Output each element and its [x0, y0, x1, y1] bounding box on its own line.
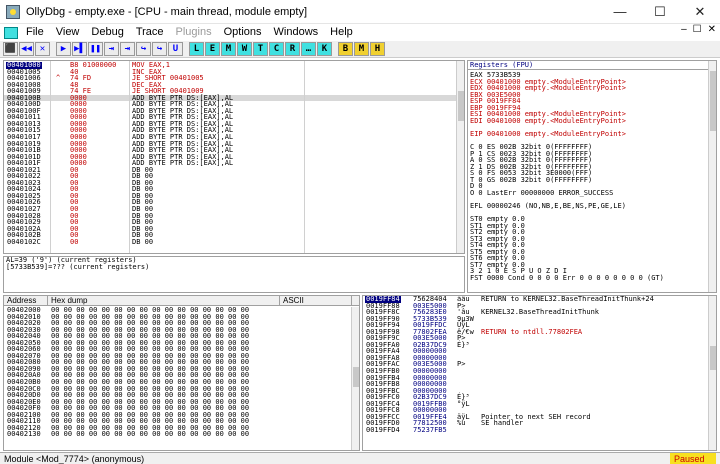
menu-file[interactable]: File — [20, 24, 50, 41]
mdi-maximize-button[interactable]: ☐ — [693, 24, 702, 35]
dump-header-hex[interactable]: Hex dump — [48, 296, 280, 306]
menu-options[interactable]: Options — [218, 24, 268, 41]
dump-scrollbar[interactable] — [351, 307, 359, 450]
window-title: OllyDbg - empty.exe - [CPU - main thread… — [26, 5, 308, 18]
hex-dump-pane[interactable]: Address Hex dump ASCII 00402000 00 00 00 … — [3, 295, 360, 451]
cpu-window-icon[interactable] — [4, 26, 18, 39]
dump-header-ascii[interactable]: ASCII — [280, 296, 352, 306]
close-button[interactable]: ✕ — [680, 0, 720, 24]
toolbar-button-15[interactable]: T — [253, 42, 268, 56]
toolbar-button-1[interactable]: ◀◀ — [19, 42, 34, 56]
app-icon — [6, 4, 20, 19]
toolbar-button-17[interactable]: R — [285, 42, 300, 56]
toolbar-button-8[interactable]: ↪ — [136, 42, 151, 56]
title-bar: OllyDbg - empty.exe - [CPU - main thread… — [0, 0, 720, 24]
dump-header: Address Hex dump ASCII — [4, 296, 359, 306]
toolbar-button-13[interactable]: M — [221, 42, 236, 56]
disasm-row[interactable]: 0040102C 00 DB 00 — [4, 237, 458, 246]
mdi-close-button[interactable]: ✕ — [708, 24, 716, 35]
disasm-column-divider[interactable] — [304, 61, 305, 253]
toolbar-button-20[interactable]: B — [338, 42, 353, 56]
toolbar-button-22[interactable]: H — [370, 42, 385, 56]
disassembly-pane[interactable]: 00401000 B8 01000000 MOV EAX,1 00401005 40 IN… — [3, 60, 465, 254]
stack-scrollbar[interactable] — [708, 296, 716, 450]
registers-title: Registers (FPU) — [468, 61, 716, 70]
registers-scrollbar[interactable] — [708, 61, 716, 292]
toolbar-button-2[interactable]: ✕ — [35, 42, 50, 56]
toolbar-button-16[interactable]: C — [269, 42, 284, 56]
toolbar-button-5[interactable]: ❚❚ — [88, 42, 103, 56]
toolbar-button-4[interactable]: ▶▌ — [72, 42, 87, 56]
stack-pane[interactable]: 0019FF84 75628404 äâu RETURN to KERNEL32.Ba… — [362, 295, 717, 451]
toolbar-button-11[interactable]: L — [189, 42, 204, 56]
registers-pane[interactable]: Registers (FPU) EAX 5733B539 ECX 00401000… — [467, 60, 717, 293]
toolbar-button-19[interactable]: K — [317, 42, 332, 56]
menu-bar: File View Debug Trace Plugins Options Wi… — [0, 24, 720, 41]
menu-windows[interactable]: Windows — [268, 24, 325, 41]
toolbar-button-3[interactable]: ▶ — [56, 42, 71, 56]
toolbar-button-21[interactable]: M — [354, 42, 369, 56]
stack-value: 75237FB5 — [413, 425, 447, 434]
dump-row[interactable]: 00402130 00 00 00 00 00 00 00 00 00 00 00… — [4, 431, 352, 438]
disassembly-scrollbar[interactable] — [456, 61, 464, 253]
dump-header-address[interactable]: Address — [4, 296, 48, 306]
menu-debug[interactable]: Debug — [85, 24, 129, 41]
menu-help[interactable]: Help — [324, 24, 359, 41]
menu-view[interactable]: View — [50, 24, 86, 41]
disasm-column-divider[interactable] — [50, 61, 51, 253]
toolbar-button-12[interactable]: E — [205, 42, 220, 56]
toolbar: ⬛ ◀◀ ✕ ▶ ▶▌ ❚❚ ⇥ ⇥ ↪ ↪ U L E M W T C R… K B M H — [0, 41, 720, 58]
dump-address: 00402130 — [7, 430, 41, 439]
minimize-button[interactable]: — — [600, 0, 640, 24]
status-paused-badge: Paused — [670, 453, 716, 464]
toolbar-button-6[interactable]: ⇥ — [104, 42, 119, 56]
dump-hex: 00 00 00 00 00 00 00 00 00 00 00 00 00 0… — [51, 430, 250, 439]
disasm-hex: 00 — [70, 237, 79, 246]
register-line[interactable]: FST 0000 Cond 0 0 0 0 Err 0 0 0 0 0 0 0 … — [470, 275, 706, 282]
menu-trace[interactable]: Trace — [130, 24, 170, 41]
toolbar-button-10[interactable]: U — [168, 42, 183, 56]
stack-row[interactable]: 0019FFD4 75237FB5 — [363, 427, 709, 434]
stack-address: 0019FFD4 — [366, 425, 400, 434]
info-pane: AL=39 ('9') (current registers) [5733B53… — [3, 256, 465, 293]
maximize-button[interactable]: ☐ — [640, 0, 680, 24]
toolbar-button-18[interactable]: … — [301, 42, 316, 56]
toolbar-button-7[interactable]: ⇥ — [120, 42, 135, 56]
disasm-address: 0040102C — [7, 237, 41, 246]
status-text: Module <Mod_7774> (anonymous) — [4, 454, 145, 464]
mdi-minimize-button[interactable]: – — [681, 24, 687, 35]
menu-plugins[interactable]: Plugins — [170, 24, 218, 41]
toolbar-button-14[interactable]: W — [237, 42, 252, 56]
toolbar-button-0[interactable]: ⬛ — [3, 42, 18, 56]
toolbar-button-9[interactable]: ↪ — [152, 42, 167, 56]
status-bar: Module <Mod_7774> (anonymous) Paused — [0, 452, 720, 464]
disasm-instruction: DB 00 — [132, 237, 154, 246]
disasm-column-divider[interactable] — [129, 61, 130, 253]
info-line-2: [5733B539]=??? (current registers) — [4, 262, 464, 271]
info-line-2-text: [5733B539]=??? (current registers) — [6, 262, 150, 271]
